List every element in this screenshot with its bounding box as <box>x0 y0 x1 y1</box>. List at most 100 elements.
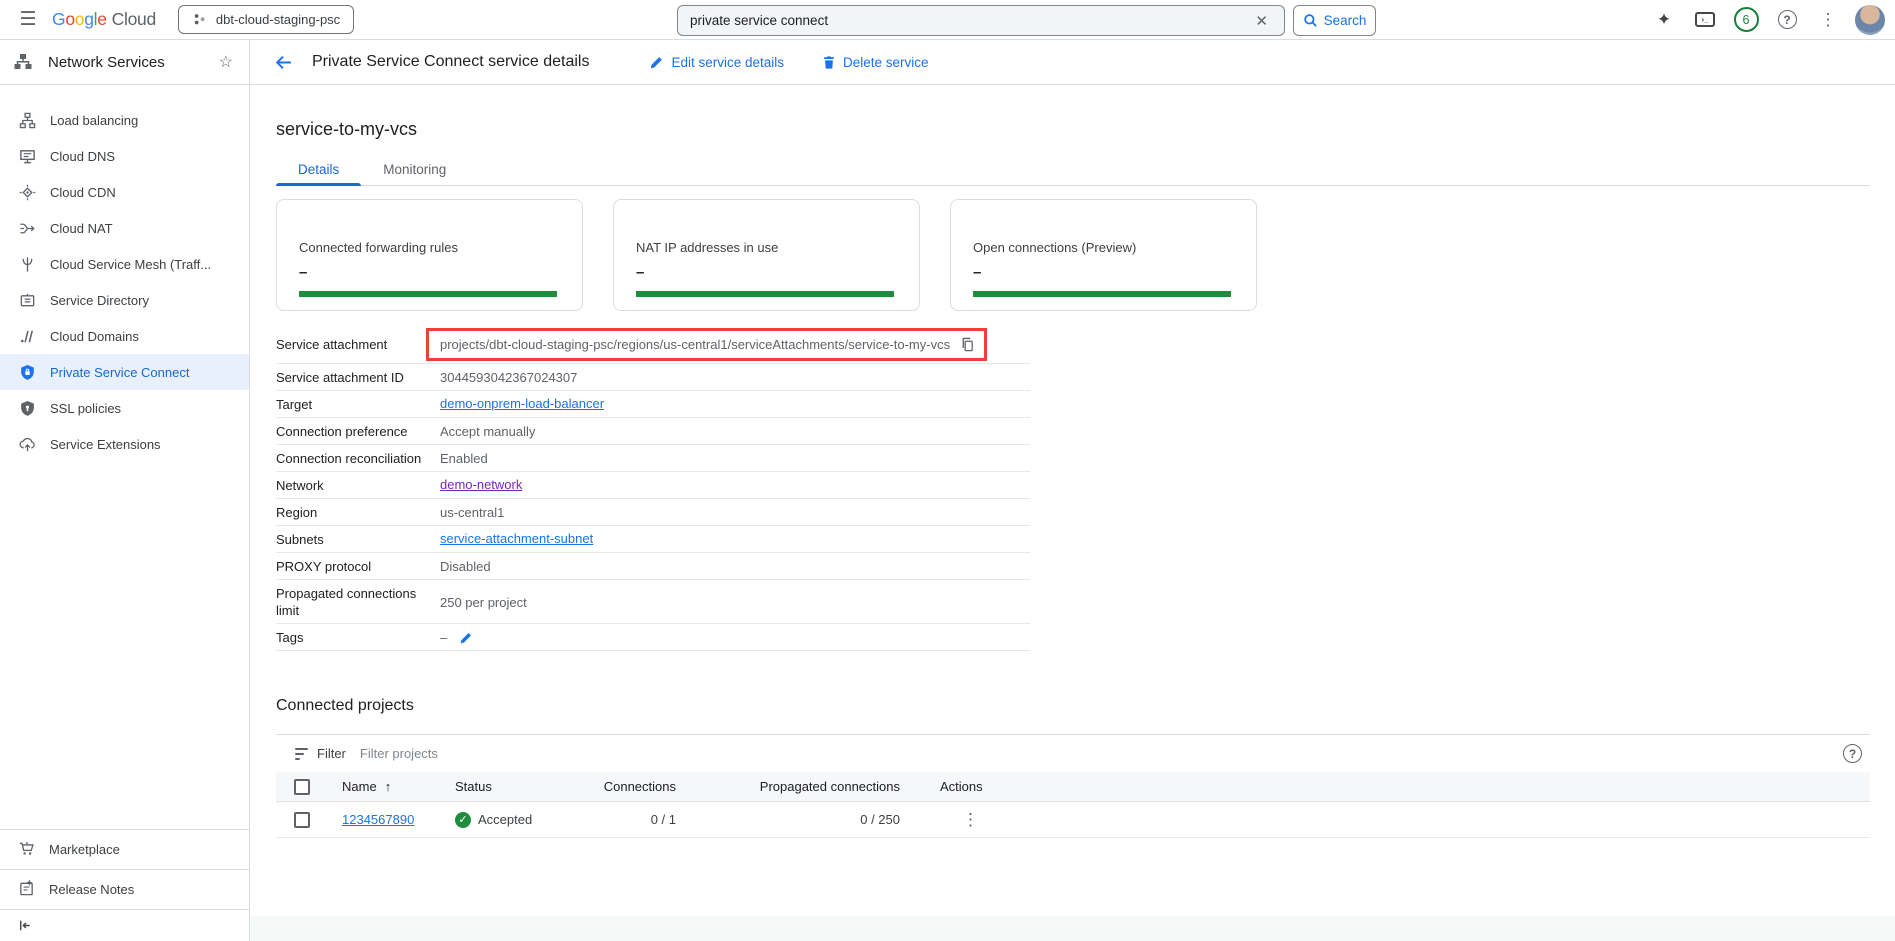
page-title: Private Service Connect service details <box>312 53 589 71</box>
project-name: dbt-cloud-staging-psc <box>216 12 340 27</box>
red-annotation-box: projects/dbt-cloud-staging-psc/regions/u… <box>426 328 987 361</box>
cloud-shell-icon[interactable]: ›_ <box>1691 6 1719 34</box>
table-header: Name ↑ Status Connections Propagated con… <box>276 772 1870 802</box>
detail-row-propagated-connections-limit: Propagated connections limit 250 per pro… <box>276 580 1030 624</box>
sidebar-item-release-notes[interactable]: Release Notes <box>0 869 249 909</box>
back-arrow-icon[interactable] <box>271 50 295 74</box>
edit-tags-button[interactable] <box>459 629 473 646</box>
topbar-icons: ✦ ›_ 6 ? ⋮ <box>1650 5 1885 35</box>
tab-bar: Details Monitoring <box>276 162 1870 186</box>
help-icon[interactable]: ? <box>1773 6 1801 34</box>
sidebar-item-service-directory[interactable]: Service Directory <box>0 282 249 318</box>
project-dots-icon <box>192 12 207 27</box>
cloud-service-mesh-icon <box>18 255 36 273</box>
sidebar-item-cloud-service-mesh[interactable]: Cloud Service Mesh (Traff... <box>0 246 249 282</box>
subnet-link[interactable]: service-attachment-subnet <box>440 531 593 548</box>
pencil-icon <box>649 55 664 70</box>
sidebar-item-ssl-policies[interactable]: SSL policies <box>0 390 249 426</box>
sidebar-item-cloud-cdn[interactable]: Cloud CDN <box>0 174 249 210</box>
sidebar-item-load-balancing[interactable]: Load balancing <box>0 102 249 138</box>
detail-row-proxy-protocol: PROXY protocol Disabled <box>276 553 1030 580</box>
gemini-spark-icon[interactable]: ✦ <box>1650 6 1678 34</box>
sidebar-item-cloud-dns[interactable]: Cloud DNS <box>0 138 249 174</box>
collapse-sidebar-button[interactable] <box>0 909 249 941</box>
trash-icon <box>822 55 836 70</box>
copy-icon[interactable] <box>960 337 975 353</box>
detail-row-service-attachment-id: Service attachment ID 304459304236702430… <box>276 364 1030 391</box>
main-content: service-to-my-vcs Details Monitoring Con… <box>250 85 1895 941</box>
service-directory-icon <box>18 291 36 309</box>
sidebar-item-marketplace[interactable]: Marketplace <box>0 829 249 869</box>
tab-monitoring[interactable]: Monitoring <box>361 162 468 185</box>
detail-row-network: Network demo-network <box>276 472 1030 499</box>
google-cloud-logo[interactable]: Google Cloud <box>52 9 156 30</box>
row-actions-icon[interactable]: ⋮ <box>962 810 979 829</box>
sidebar-item-service-extensions[interactable]: Service Extensions <box>0 426 249 462</box>
cloud-nat-icon <box>18 219 36 237</box>
card-nat-ip-addresses: NAT IP addresses in use – <box>613 199 920 311</box>
detail-row-tags: Tags – <box>276 624 1030 651</box>
detail-row-service-attachment: Service attachment projects/dbt-cloud-st… <box>276 326 1030 364</box>
sidebar-item-private-service-connect[interactable]: Private Service Connect <box>0 354 249 390</box>
cloud-domains-icon <box>18 327 36 345</box>
product-title: Network Services <box>48 54 165 71</box>
sidebar-item-cloud-domains[interactable]: Cloud Domains <box>0 318 249 354</box>
network-services-icon <box>13 52 33 72</box>
connections-count: 0 / 1 <box>576 812 676 827</box>
green-bar <box>636 291 894 297</box>
search-icon <box>1303 13 1318 28</box>
detail-row-connection-preference: Connection preference Accept manually <box>276 418 1030 445</box>
stat-cards: Connected forwarding rules – NAT IP addr… <box>276 199 1870 311</box>
release-notes-icon <box>18 880 35 900</box>
detail-row-subnets: Subnets service-attachment-subnet <box>276 526 1030 553</box>
accepted-check-icon: ✓ <box>455 812 471 828</box>
edit-service-button[interactable]: Edit service details <box>649 55 784 70</box>
more-options-icon[interactable]: ⋮ <box>1814 6 1842 34</box>
select-all-checkbox[interactable] <box>294 779 310 795</box>
project-link[interactable]: 1234567890 <box>342 812 414 827</box>
service-attachment-path: projects/dbt-cloud-staging-psc/regions/u… <box>440 336 950 353</box>
connected-projects-panel: Filter Filter projects ? Name ↑ Status C… <box>276 734 1870 838</box>
cloud-wordmark: Cloud <box>112 9 156 30</box>
favorite-star-icon[interactable]: ☆ <box>219 52 233 72</box>
network-link[interactable]: demo-network <box>440 477 522 494</box>
top-bar: ☰ Google Cloud dbt-cloud-staging-psc pri… <box>0 0 1895 40</box>
green-bar <box>299 291 557 297</box>
sub-header: Network Services ☆ Private Service Conne… <box>0 40 1895 85</box>
row-checkbox[interactable] <box>294 812 310 828</box>
card-open-connections: Open connections (Preview) – <box>950 199 1257 311</box>
table-row: 1234567890 ✓ Accepted 0 / 1 0 / 250 ⋮ <box>276 802 1870 838</box>
filter-projects-input[interactable]: Filter projects <box>360 746 1843 761</box>
product-header: Network Services ☆ <box>0 40 250 84</box>
load-balancing-icon <box>18 111 36 129</box>
detail-row-connection-reconciliation: Connection reconciliation Enabled <box>276 445 1030 472</box>
ssl-policies-icon <box>18 399 36 417</box>
private-service-connect-icon <box>18 363 36 381</box>
notifications-badge[interactable]: 6 <box>1732 6 1760 34</box>
cloud-dns-icon <box>18 147 36 165</box>
project-selector[interactable]: dbt-cloud-staging-psc <box>178 5 354 34</box>
green-bar <box>973 291 1231 297</box>
delete-service-button[interactable]: Delete service <box>822 55 929 70</box>
service-name-title: service-to-my-vcs <box>276 119 1870 140</box>
table-help-icon[interactable]: ? <box>1843 744 1862 763</box>
target-link[interactable]: demo-onprem-load-balancer <box>440 396 604 413</box>
filter-bar: Filter Filter projects ? <box>276 735 1870 772</box>
filter-icon <box>295 748 308 760</box>
cloud-cdn-icon <box>18 183 36 201</box>
pencil-icon <box>459 631 473 645</box>
hamburger-menu-icon[interactable]: ☰ <box>10 2 46 38</box>
status-label: Accepted <box>478 812 532 827</box>
search-button[interactable]: Search <box>1293 5 1376 36</box>
tab-details[interactable]: Details <box>276 162 361 185</box>
search-query-text: private service connect <box>690 13 1251 28</box>
sort-ascending-icon[interactable]: ↑ <box>385 779 392 794</box>
sidebar-item-cloud-nat[interactable]: Cloud NAT <box>0 210 249 246</box>
connected-projects-title: Connected projects <box>276 697 1870 715</box>
detail-row-target: Target demo-onprem-load-balancer <box>276 391 1030 418</box>
service-details-list: Service attachment projects/dbt-cloud-st… <box>276 326 1030 651</box>
detail-row-region: Region us-central1 <box>276 499 1030 526</box>
search-input[interactable]: private service connect ✕ <box>677 5 1285 36</box>
clear-search-icon[interactable]: ✕ <box>1251 12 1272 30</box>
user-avatar[interactable] <box>1855 5 1885 35</box>
